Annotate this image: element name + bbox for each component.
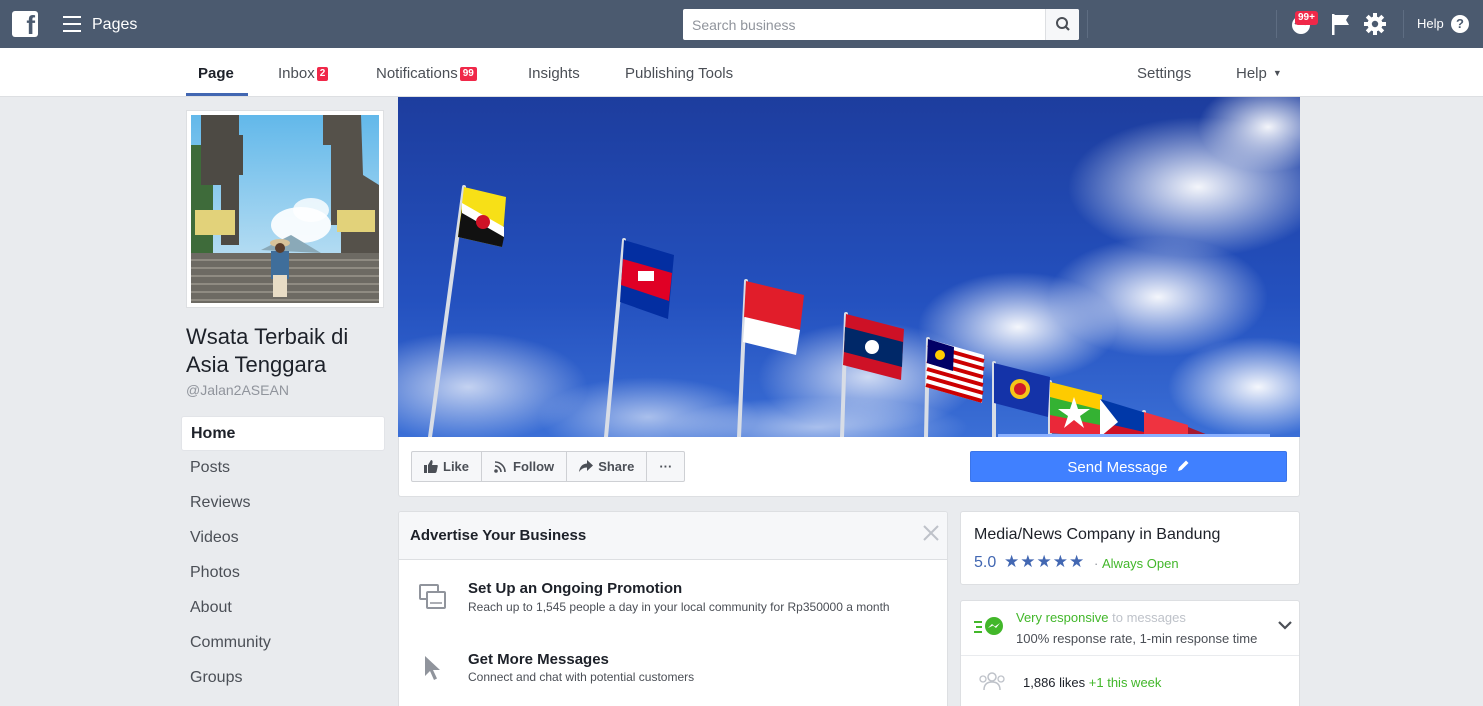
like-button[interactable]: Like	[412, 452, 483, 481]
rss-icon	[494, 461, 506, 473]
share-arrow-icon	[579, 460, 594, 472]
response-rate: 100% response rate, 1-min response time	[1016, 631, 1258, 646]
search-button[interactable]	[1045, 9, 1079, 40]
sidebar-item-photos[interactable]: Photos	[181, 556, 385, 591]
sidebar-item-home[interactable]: Home	[181, 416, 385, 451]
profile-picture[interactable]	[186, 110, 384, 308]
separator: ·	[1094, 556, 1099, 571]
help-link[interactable]: Help	[1417, 16, 1444, 31]
follow-button[interactable]: Follow	[482, 452, 568, 481]
action-button-group: Like Follow Share ···	[411, 451, 686, 482]
promotion-title: Set Up an Ongoing Promotion	[468, 580, 683, 597]
sidebar-item-posts[interactable]: Posts	[181, 451, 385, 486]
page-nav: Page Inbox 2 Notifications 99 Insights Pub…	[0, 48, 1483, 97]
thumbs-up-icon	[424, 460, 438, 473]
advertise-card-header: Advertise Your Business	[399, 512, 947, 560]
sidebar-item-videos[interactable]: Videos	[181, 521, 385, 556]
messages-subtitle: Connect and chat with potential customer…	[468, 670, 695, 684]
notifications-badge: 99	[459, 67, 477, 81]
messages-title: Get More Messages	[468, 651, 609, 668]
more-options-button[interactable]: ···	[647, 452, 684, 481]
pencil-icon	[1177, 460, 1189, 471]
inbox-badge: 2	[316, 67, 329, 81]
notification-badge: 99+	[1295, 11, 1318, 25]
search-icon	[1056, 17, 1070, 31]
responsive-label: Very responsive	[1016, 610, 1109, 625]
responsiveness-text: Very responsive to messages	[1016, 610, 1186, 625]
page-username[interactable]: @Jalan2ASEAN	[186, 382, 289, 398]
advertise-title: Advertise Your Business	[410, 527, 587, 544]
search-input[interactable]	[683, 9, 1045, 40]
rating-stars-icon[interactable]: ★★★★★	[1004, 552, 1085, 572]
page-info-card: Media/News Company in Bandung 5.0 ★★★★★ …	[960, 511, 1300, 585]
share-button[interactable]: Share	[567, 452, 648, 481]
send-message-button[interactable]: Send Message	[970, 451, 1287, 482]
likes-week: +1 this week	[1088, 675, 1162, 690]
divider	[1276, 10, 1277, 38]
search-box	[683, 9, 1079, 40]
page-action-bar: Like Follow Share ··· Send Message	[398, 437, 1300, 497]
likes-count: 1,886 likes +1 this week	[1023, 675, 1161, 690]
tab-help-label: Help	[1236, 65, 1267, 82]
tab-page[interactable]: Page	[198, 65, 234, 82]
share-label: Share	[598, 459, 635, 474]
advertise-card: Advertise Your Business Set Up an Ongoin…	[398, 511, 948, 706]
likes-total: 1,886 likes	[1023, 675, 1086, 690]
divider	[1087, 10, 1088, 38]
page-category[interactable]: Media/News Company in Bandung	[974, 526, 1220, 544]
open-status[interactable]: Always Open	[1102, 556, 1179, 571]
divider	[1403, 10, 1404, 38]
tab-notifications-label: Notifications	[376, 65, 458, 82]
promotion-subtitle: Reach up to 1,545 people a day in your l…	[468, 600, 890, 614]
sidebar-nav: Home Posts Reviews Videos Photos About C…	[181, 416, 385, 696]
menu-icon[interactable]	[63, 16, 81, 32]
tab-settings[interactable]: Settings	[1137, 65, 1191, 82]
like-label: Like	[443, 459, 470, 474]
people-icon	[979, 672, 1005, 691]
send-message-label: Send Message	[1067, 459, 1168, 476]
active-tab-indicator	[186, 93, 248, 96]
messenger-icon	[974, 617, 1003, 635]
help-icon[interactable]: ?	[1451, 15, 1469, 33]
sidebar-item-groups[interactable]: Groups	[181, 661, 385, 696]
caret-down-icon: ▼	[1272, 68, 1282, 78]
tab-publishing-tools[interactable]: Publishing Tools	[625, 65, 733, 82]
top-bar: f Pages 99+ Help ?	[0, 0, 1483, 48]
page-title[interactable]: Wsata Terbaik di Asia Tenggara	[186, 323, 386, 379]
facebook-logo-icon[interactable]: f	[12, 10, 38, 40]
notifications-globe-icon[interactable]: 99+	[1290, 11, 1318, 36]
response-card: Very responsive to messages 100% respons…	[960, 600, 1300, 706]
gear-icon[interactable]	[1363, 12, 1389, 36]
follow-label: Follow	[513, 459, 555, 474]
app-title[interactable]: Pages	[92, 16, 137, 34]
cover-image	[398, 97, 1300, 437]
more-dots-icon: ···	[659, 459, 673, 474]
flag-icon[interactable]	[1329, 12, 1355, 36]
divider	[961, 655, 1299, 656]
tab-insights[interactable]: Insights	[528, 65, 580, 82]
tab-notifications[interactable]: Notifications 99	[376, 65, 477, 82]
to-messages-label: to messages	[1112, 610, 1186, 625]
tab-inbox-label: Inbox	[278, 65, 315, 82]
profile-photo-image	[191, 115, 379, 303]
close-icon[interactable]	[922, 524, 940, 542]
cover-photo[interactable]	[398, 97, 1300, 437]
devices-icon	[419, 584, 446, 609]
cursor-icon	[425, 656, 440, 680]
rating-value[interactable]: 5.0	[974, 554, 996, 572]
tab-help[interactable]: Help ▼	[1236, 65, 1282, 82]
sidebar-item-reviews[interactable]: Reviews	[181, 486, 385, 521]
tab-inbox[interactable]: Inbox 2	[278, 65, 329, 82]
sidebar-item-about[interactable]: About	[181, 591, 385, 626]
chevron-down-icon[interactable]	[1277, 619, 1293, 631]
sidebar-item-community[interactable]: Community	[181, 626, 385, 661]
